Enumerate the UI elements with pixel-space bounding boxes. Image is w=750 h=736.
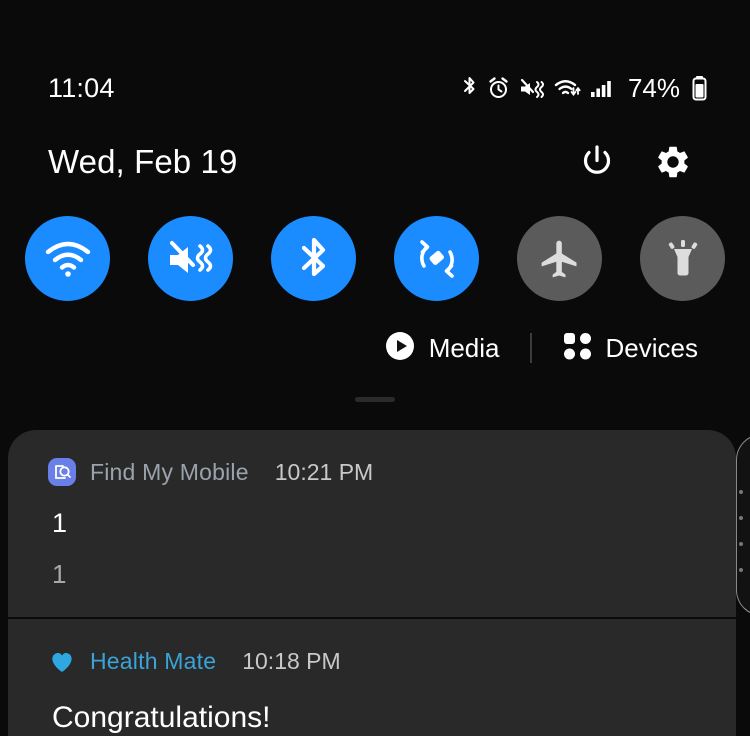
- bluetooth-icon: [297, 236, 331, 282]
- notification-title: 1: [52, 508, 68, 538]
- notification-list: Find My Mobile 10:21 PM 1 1 Health Mate …: [8, 430, 736, 736]
- bluetooth-icon: [461, 76, 478, 100]
- flashlight-icon: [662, 237, 704, 281]
- play-circle-icon: [385, 331, 415, 366]
- wifi-data-icon: [554, 76, 581, 100]
- dot: [739, 568, 743, 572]
- gear-icon[interactable]: [654, 143, 692, 181]
- quick-settings-toggles: [0, 216, 750, 301]
- toggle-vibrate[interactable]: [148, 216, 233, 301]
- devices-grid-icon: [562, 331, 592, 366]
- notification-body: 1: [52, 559, 67, 589]
- battery-icon: [691, 75, 708, 101]
- auto-rotate-icon: [414, 236, 460, 282]
- header-actions: [578, 143, 692, 181]
- media-button[interactable]: Media: [385, 331, 500, 366]
- notification-find-my-mobile[interactable]: Find My Mobile 10:21 PM 1 1: [8, 430, 736, 617]
- toggle-wifi[interactable]: [25, 216, 110, 301]
- notification-health-mate[interactable]: Health Mate 10:18 PM Congratulations!: [8, 619, 736, 735]
- devices-button[interactable]: Devices: [562, 331, 698, 366]
- toggle-bluetooth[interactable]: [271, 216, 356, 301]
- notification-title: Congratulations!: [52, 701, 271, 734]
- notification-header: Health Mate 10:18 PM: [8, 647, 736, 675]
- vibrate-icon: [167, 238, 215, 280]
- panel-drag-handle[interactable]: [355, 397, 395, 402]
- heart-icon: [48, 647, 76, 675]
- signal-bars-icon: [590, 76, 614, 100]
- date-label: Wed, Feb 19: [48, 143, 238, 180]
- notification-time: 10:18 PM: [242, 647, 341, 674]
- power-icon[interactable]: [578, 143, 616, 181]
- find-my-mobile-icon: [48, 458, 76, 486]
- media-devices-row: Media Devices: [0, 326, 750, 370]
- mute-vibrate-icon: [519, 76, 545, 100]
- dot: [739, 516, 743, 520]
- toggle-airplane[interactable]: [517, 216, 602, 301]
- status-bar: 11:04 74%: [0, 60, 750, 116]
- wifi-icon: [44, 239, 92, 279]
- dot: [739, 542, 743, 546]
- devices-label: Devices: [605, 332, 698, 363]
- notification-shade: 11:04 74% Wed, Feb 19 Media Devices Find…: [0, 0, 750, 736]
- notification-header: Find My Mobile 10:21 PM: [8, 458, 736, 486]
- notification-app-name: Find My Mobile: [90, 458, 249, 485]
- dot: [739, 490, 743, 494]
- notification-app-name: Health Mate: [90, 647, 217, 674]
- battery-percentage: 74%: [627, 72, 680, 103]
- notification-time: 10:21 PM: [274, 458, 374, 485]
- shade-header: Wed, Feb 19: [0, 128, 750, 196]
- media-label: Media: [428, 332, 500, 363]
- media-devices-divider: [529, 333, 532, 363]
- alarm-icon: [487, 76, 510, 100]
- peek-card-action-dots: [739, 490, 743, 572]
- toggle-flashlight[interactable]: [640, 216, 725, 301]
- airplane-icon: [538, 237, 582, 281]
- status-clock: 11:04: [48, 72, 115, 103]
- status-icon-tray: 74%: [461, 73, 708, 104]
- toggle-auto-rotate[interactable]: [394, 216, 479, 301]
